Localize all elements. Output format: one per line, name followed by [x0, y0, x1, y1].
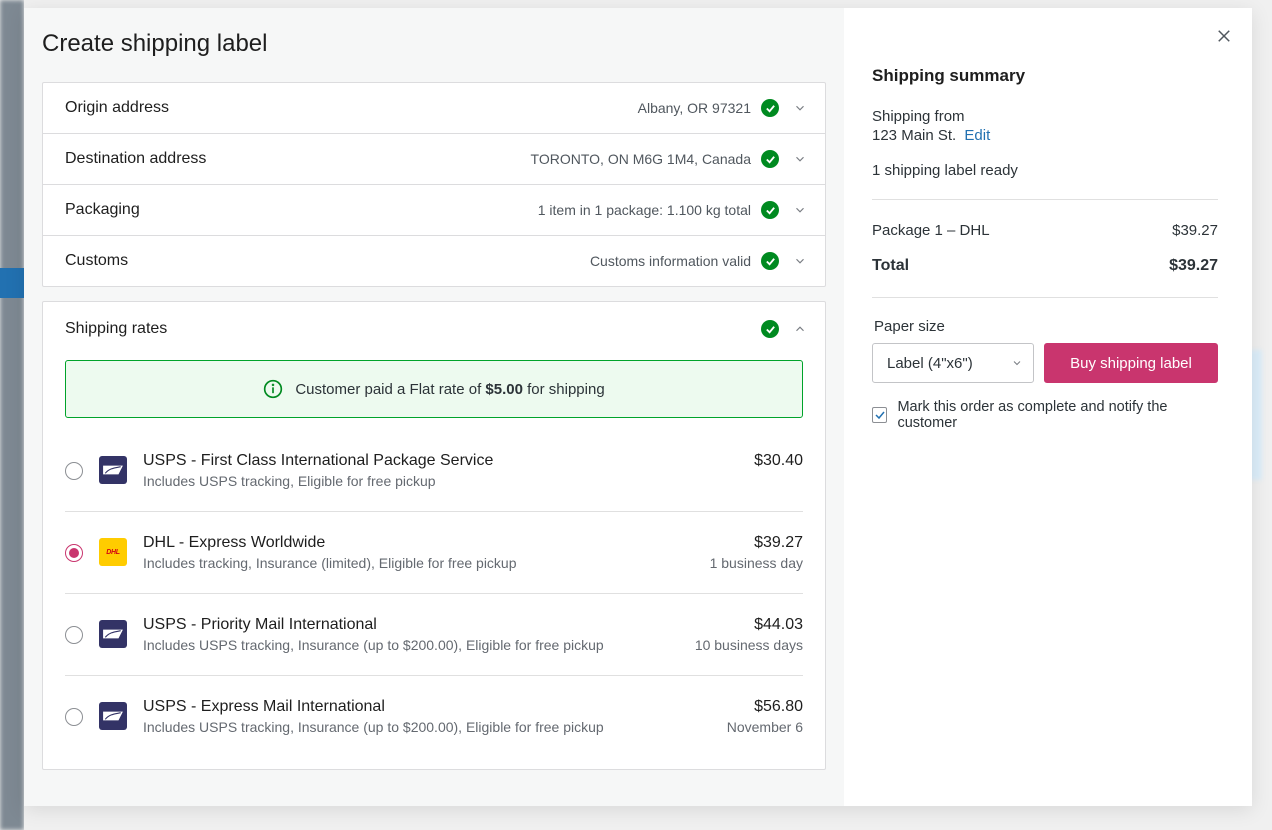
mark-complete-label: Mark this order as complete and notify t… — [897, 399, 1218, 431]
close-button[interactable] — [1210, 22, 1238, 50]
rate-eta: 1 business day — [710, 555, 803, 571]
rate-radio[interactable] — [65, 462, 83, 480]
rate-eta: November 6 — [727, 719, 803, 735]
chevron-down-icon — [793, 152, 807, 166]
chevron-down-icon — [793, 254, 807, 268]
chevron-down-icon — [793, 203, 807, 217]
shipping-from-label: Shipping from — [872, 108, 1218, 125]
rate-name: USPS - First Class International Package… — [143, 452, 738, 470]
checkmark-icon — [874, 409, 886, 421]
info-icon — [263, 379, 283, 399]
rate-list: USPS - First Class International Package… — [65, 430, 803, 757]
paper-size-label: Paper size — [874, 318, 1218, 335]
rate-body: USPS - Express Mail International Include… — [143, 698, 711, 735]
rate-price: $44.03 — [695, 616, 803, 634]
admin-sidebar-highlight — [0, 268, 24, 298]
summary-title: Shipping summary — [872, 66, 1218, 86]
check-icon — [761, 150, 779, 168]
action-row: Label (4"x6") Buy shipping label — [872, 343, 1218, 383]
section-customs[interactable]: Customs Customs information valid — [43, 236, 825, 286]
separator — [872, 297, 1218, 298]
rate-desc: Includes USPS tracking, Insurance (up to… — [143, 719, 711, 735]
section-destination-title: Destination address — [65, 150, 206, 168]
paper-size-value: Label (4"x6") — [887, 355, 973, 372]
rate-right: $56.80 November 6 — [727, 698, 803, 735]
rate-option[interactable]: USPS - Priority Mail International Includ… — [65, 594, 803, 676]
customer-paid-banner: Customer paid a Flat rate of $5.00 for s… — [65, 360, 803, 418]
rate-right: $30.40 — [754, 452, 803, 473]
chevron-down-icon — [793, 101, 807, 115]
check-icon — [761, 201, 779, 219]
labels-ready-text: 1 shipping label ready — [872, 162, 1218, 179]
mark-complete-row: Mark this order as complete and notify t… — [872, 399, 1218, 431]
rate-eta: 10 business days — [695, 637, 803, 653]
rate-radio[interactable] — [65, 708, 83, 726]
section-destination-summary: TORONTO, ON M6G 1M4, Canada — [206, 151, 751, 167]
section-packaging[interactable]: Packaging 1 item in 1 package: 1.100 kg … — [43, 185, 825, 236]
summary-line-label: Package 1 – DHL — [872, 222, 990, 239]
check-icon — [761, 320, 779, 338]
summary-total-price: $39.27 — [1169, 257, 1218, 275]
section-customs-title: Customs — [65, 252, 128, 270]
section-origin-title: Origin address — [65, 99, 169, 117]
rate-price: $56.80 — [727, 698, 803, 716]
summary-total-row: Total $39.27 — [872, 243, 1218, 297]
banner-text: Customer paid a Flat rate of $5.00 for s… — [295, 381, 604, 398]
close-icon — [1215, 27, 1233, 45]
rate-name: DHL - Express Worldwide — [143, 534, 694, 552]
rate-price: $39.27 — [710, 534, 803, 552]
rate-body: DHL - Express Worldwide Includes tracking… — [143, 534, 694, 571]
modal-left-column: Create shipping label Origin address Alb… — [24, 8, 844, 806]
banner-suffix: for shipping — [523, 381, 605, 398]
section-packaging-title: Packaging — [65, 201, 140, 219]
banner-prefix: Customer paid a Flat rate of — [295, 381, 485, 398]
summary-line-row: Package 1 – DHL $39.27 — [872, 200, 1218, 243]
section-rates: Shipping rates Customer paid a Flat rate… — [42, 301, 826, 770]
rate-option[interactable]: DHL DHL - Express Worldwide Includes track… — [65, 512, 803, 594]
check-icon — [761, 252, 779, 270]
section-list: Origin address Albany, OR 97321 Destinat… — [42, 82, 826, 287]
rate-name: USPS - Priority Mail International — [143, 616, 679, 634]
rate-option[interactable]: USPS - Express Mail International Include… — [65, 676, 803, 757]
shipping-label-modal: Create shipping label Origin address Alb… — [24, 8, 1252, 806]
section-origin-summary: Albany, OR 97321 — [169, 100, 751, 116]
shipping-from-address: 123 Main St. — [872, 127, 956, 144]
chevron-up-icon — [793, 322, 807, 336]
rate-desc: Includes tracking, Insurance (limited), … — [143, 555, 694, 571]
admin-sidebar-bg — [0, 0, 24, 830]
modal-right-column: Shipping summary Shipping from 123 Main … — [844, 8, 1252, 806]
rate-name: USPS - Express Mail International — [143, 698, 711, 716]
rate-desc: Includes USPS tracking, Eligible for fre… — [143, 473, 738, 489]
section-origin[interactable]: Origin address Albany, OR 97321 — [43, 83, 825, 134]
edit-address-link[interactable]: Edit — [964, 127, 990, 144]
chevron-down-icon — [1011, 357, 1023, 369]
section-destination[interactable]: Destination address TORONTO, ON M6G 1M4,… — [43, 134, 825, 185]
rate-body: USPS - Priority Mail International Includ… — [143, 616, 679, 653]
section-packaging-summary: 1 item in 1 package: 1.100 kg total — [140, 202, 751, 218]
section-rates-header[interactable]: Shipping rates — [43, 302, 825, 352]
modal-title: Create shipping label — [24, 8, 844, 82]
buy-shipping-label-button[interactable]: Buy shipping label — [1044, 343, 1218, 383]
check-icon — [761, 99, 779, 117]
section-customs-summary: Customs information valid — [128, 253, 751, 269]
banner-amount: $5.00 — [485, 381, 523, 398]
summary-total-label: Total — [872, 257, 909, 275]
usps-logo-icon — [99, 620, 127, 648]
rate-right: $44.03 10 business days — [695, 616, 803, 653]
rate-right: $39.27 1 business day — [710, 534, 803, 571]
shipping-from-row: 123 Main St. Edit — [872, 127, 1218, 144]
mark-complete-checkbox[interactable] — [872, 407, 887, 423]
usps-logo-icon — [99, 702, 127, 730]
section-rates-title: Shipping rates — [65, 320, 761, 338]
rate-option[interactable]: USPS - First Class International Package… — [65, 430, 803, 512]
rate-radio[interactable] — [65, 626, 83, 644]
rate-radio[interactable] — [65, 544, 83, 562]
rate-desc: Includes USPS tracking, Insurance (up to… — [143, 637, 679, 653]
dhl-logo-icon: DHL — [99, 538, 127, 566]
paper-size-select[interactable]: Label (4"x6") — [872, 343, 1034, 383]
rate-price: $30.40 — [754, 452, 803, 470]
summary-line-price: $39.27 — [1172, 222, 1218, 239]
usps-logo-icon — [99, 456, 127, 484]
rate-body: USPS - First Class International Package… — [143, 452, 738, 489]
